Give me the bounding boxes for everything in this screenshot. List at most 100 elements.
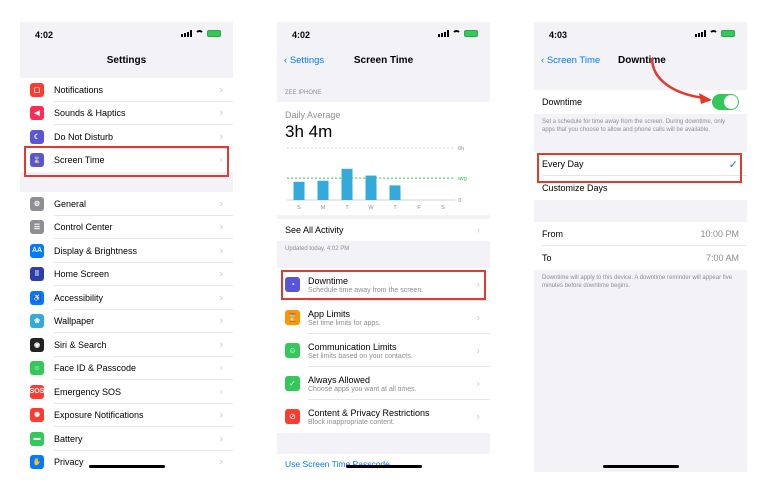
settings-icon: ⚙ [30,196,44,211]
settings-row[interactable]: SOS Emergency SOS › [20,380,233,404]
usage-bar [389,185,401,200]
settings-row[interactable]: ☰ Control Center › [20,216,233,239]
to-row[interactable]: To 7:00 AM [534,246,747,270]
chevron-right-icon: › [219,245,223,257]
screen-time-option[interactable]: ✓ Always Allowed Choose apps you want at a… [277,367,490,400]
screen-time-option[interactable]: ⊘ Content & Privacy Restrictions Block ina… [277,400,490,433]
battery-icon [207,30,221,37]
settings-row[interactable]: ▢ Notifications › [20,78,233,102]
settings-row[interactable]: ✋ Privacy › [20,451,233,473]
chevron-right-icon: › [476,411,480,422]
nav-bar: Settings [20,48,233,72]
time-range: From 10:00 PM To 7:00 AM [534,222,747,270]
daily-average-label: Daily Average [285,110,341,120]
day-label: S [297,205,301,211]
from-label: From [542,229,563,239]
settings-group-2: ⚙ General › ☰ Control Center › AA Display & Bri… [20,192,233,472]
home-indicator [602,465,679,468]
settings-row[interactable]: ❀ Wallpaper › [20,310,233,333]
option-title: Always Allowed [308,374,371,385]
option-subtitle: Block inappropriate content. [308,418,395,426]
chevron-right-icon: › [219,433,223,445]
settings-row[interactable]: ▬ Battery › [20,427,233,451]
settings-row-label: Battery [54,433,83,444]
chevron-right-icon: › [219,84,223,96]
chevron-right-icon: › [219,268,223,280]
wifi-icon [195,30,204,37]
settings-row-label: Control Center [54,222,113,233]
settings-row-label: Do Not Disturb [54,131,114,142]
settings-row-label: Siri & Search [54,339,107,350]
settings-row[interactable]: ⚙ General › [20,192,233,216]
chevron-right-icon: › [219,362,223,374]
option-subtitle: Choose apps you want at all times. [308,385,417,393]
option-subtitle: Set limits based on your contacts. [308,352,413,360]
option-icon: ✓ [285,376,300,391]
day-label: T [345,205,349,211]
option-subtitle: Set time limits for apps. [308,319,381,327]
wifi-icon [452,30,461,37]
settings-icon: ▢ [30,82,44,97]
screen-time-option[interactable]: ☺ Communication Limits Set limits based on… [277,334,490,367]
settings-icon: SOS [30,384,44,399]
chevron-right-icon: › [219,315,223,327]
home-indicator [345,465,422,468]
from-row[interactable]: From 10:00 PM [534,222,747,246]
option-icon: ⌛ [285,310,300,325]
usage-bar [293,181,305,200]
chevron-right-icon: › [219,221,223,233]
chevron-right-icon: › [219,292,223,304]
settings-row-label: Exposure Notifications [54,410,144,421]
chevron-right-icon: › [476,378,480,389]
chart-max-label: 6h [458,146,464,152]
chart-min-label: 0 [458,198,461,204]
settings-row-label: Sounds & Haptics [54,108,126,119]
option-icon: ⊘ [285,409,300,424]
downtime-footer: Downtime will apply to this device. A do… [542,275,733,289]
downtime-screen: 4:03 ‹ Screen Time Downtime Downtime Set… [534,22,747,472]
settings-row[interactable]: ♿ Accessibility › [20,286,233,310]
see-all-row[interactable]: See All Activity › [277,219,490,241]
chevron-right-icon: › [219,386,223,398]
battery-icon [464,30,478,37]
settings-row[interactable]: ✺ Exposure Notifications › [20,404,233,427]
settings-row-label: Accessibility [54,292,104,303]
option-title: Content & Privacy Restrictions [308,407,430,418]
settings-row[interactable]: ☾ Do Not Disturb › [20,125,233,149]
settings-icon: ✋ [30,455,44,470]
option-title: App Limits [308,308,351,319]
usage-chart: S M T W T F S 6h avg 0 [287,146,467,211]
settings-row[interactable]: AA Display & Brightness › [20,239,233,263]
day-label: S [441,205,445,211]
chevron-right-icon: › [219,456,223,468]
chevron-right-icon: › [476,345,480,356]
settings-row-label: Face ID & Passcode [54,363,137,374]
chevron-right-icon: › [476,312,480,323]
passcode-row[interactable]: Use Screen Time Passcode [277,454,490,472]
arrow-annotation [650,57,712,104]
day-label: W [368,205,374,211]
daily-average-value: 3h 4m [285,122,333,141]
device-label: ZEE IPHONE [285,90,322,96]
chevron-right-icon: › [219,107,223,119]
usage-card[interactable]: Daily Average 3h 4m S M T W T F S 6h avg 0 [277,102,490,215]
settings-row-label: Notifications [54,84,104,95]
screen-time-option[interactable]: ⌛ App Limits Set time limits for apps. › [277,301,490,334]
settings-row[interactable]: ⠿ Home Screen › [20,263,233,286]
screen-time-screen: 4:02 ‹ Settings Screen Time ZEE IPHONE D… [277,22,490,472]
page-title: Screen Time [353,55,414,66]
customize-days-label: Customize Days [542,183,608,193]
from-value: 10:00 PM [700,229,739,239]
settings-row[interactable]: ◀ Sounds & Haptics › [20,102,233,125]
signal-icon [438,30,449,37]
settings-icon: ☰ [30,220,44,235]
status-time: 4:02 [35,30,54,40]
updated-label: Updated today, 4:02 PM [285,246,350,252]
settings-icon: AA [30,243,44,258]
chevron-right-icon: › [219,198,223,210]
chevron-right-icon: › [477,225,480,235]
settings-row[interactable]: ◉ Siri & Search › [20,333,233,357]
settings-row[interactable]: ☺ Face ID & Passcode › [20,357,233,380]
usage-bar [341,168,353,200]
chevron-right-icon: › [219,131,223,143]
